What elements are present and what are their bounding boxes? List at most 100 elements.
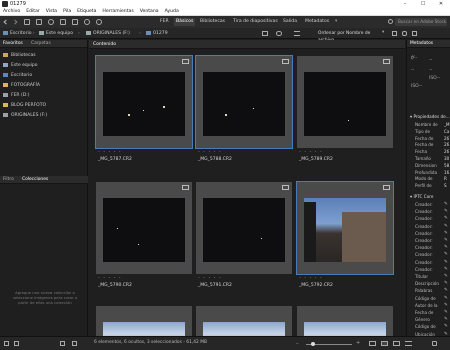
thumbnail[interactable]: • • • • • _MG_5787.CR2	[95, 55, 193, 172]
refine-icon[interactable]	[48, 19, 54, 25]
tab-filtro[interactable]: Filtro	[3, 176, 14, 184]
collection-options-icon[interactable]	[60, 341, 65, 346]
new-folder-icon[interactable]	[392, 31, 397, 36]
thumbnail[interactable]	[96, 306, 192, 336]
thumbnail[interactable]: • • • • • _MG_5792.CR2	[296, 181, 394, 298]
rating-dots[interactable]: • • • • •	[98, 276, 122, 280]
edit-pencil-icon[interactable]: ✎	[444, 288, 448, 295]
favorite-item[interactable]: Este equipo	[3, 62, 38, 70]
edit-pencil-icon[interactable]: ✎	[444, 274, 448, 281]
details-view-icon[interactable]	[393, 341, 400, 346]
close-button[interactable]: ✕	[432, 0, 450, 8]
thumbnail-image[interactable]	[103, 322, 185, 336]
thumbnail[interactable]: • • • • • _MG_5789.CR2	[297, 56, 393, 172]
rating-dots[interactable]: • • • • •	[299, 276, 323, 280]
favorite-item[interactable]: ORIGINALES (F:)	[3, 112, 47, 120]
edit-pencil-icon[interactable]: ✎	[444, 310, 448, 317]
edit-pencil-icon[interactable]: ✎	[444, 303, 448, 310]
zoom-in-icon[interactable]: +	[356, 340, 360, 346]
menu-etiqueta[interactable]: Etiqueta	[77, 9, 96, 14]
edit-pencil-icon[interactable]: ✎	[444, 245, 448, 252]
thumbnail-image[interactable]	[103, 198, 185, 262]
thumbnail[interactable]	[196, 306, 292, 336]
tab-bibliotecas[interactable]: Bibliotecas	[200, 18, 225, 26]
tab-colecciones[interactable]: Colecciones	[22, 176, 48, 184]
new-collection-icon[interactable]	[4, 341, 9, 346]
edit-pencil-icon[interactable]: ✎	[444, 267, 448, 274]
forward-arrow-icon[interactable]	[12, 19, 18, 25]
zoom-slider-handle[interactable]	[310, 342, 315, 346]
menu-herramientas[interactable]: Herramientas	[102, 9, 133, 14]
thumbnail-frame[interactable]	[95, 55, 193, 149]
maximize-button[interactable]: ☐	[414, 0, 432, 8]
file-properties-header[interactable]: ▾ Propiedades de...	[410, 113, 450, 120]
path-item-01279[interactable]: 01279	[146, 30, 168, 37]
rating-dots[interactable]: • • • • •	[198, 276, 222, 280]
get-photos-icon[interactable]	[36, 19, 42, 25]
thumbnail-frame[interactable]	[296, 181, 394, 275]
grid-view-icon[interactable]	[369, 341, 376, 346]
favorite-item[interactable]: BLOG PERFOTO	[3, 102, 46, 110]
star-filter-icon[interactable]	[262, 31, 268, 36]
edit-pencil-icon[interactable]: ✎	[444, 209, 448, 216]
favorite-item[interactable]: FOTOGRAFÍA	[3, 82, 40, 90]
tab-metadatos[interactable]: Metadatos	[305, 18, 329, 26]
filter-icon[interactable]	[294, 31, 300, 36]
sort-chevron-icon[interactable]: ▾	[382, 30, 384, 35]
path-item-este-equipo[interactable]: Este equipo	[39, 30, 73, 37]
workspace-menu-chevron-icon[interactable]: ▾	[335, 18, 337, 26]
menu-archivo[interactable]: Archivo	[3, 9, 20, 14]
thumbnail[interactable]: • • • • • _MG_5791.CR2	[196, 182, 292, 298]
edit-pencil-icon[interactable]: ✎	[444, 252, 448, 259]
minimize-button[interactable]: –	[396, 0, 414, 8]
tab-fer[interactable]: FER	[160, 18, 169, 26]
back-arrow-icon[interactable]	[3, 19, 9, 25]
tab-contenido[interactable]: Contenido	[93, 41, 116, 48]
rotate-icon[interactable]	[402, 31, 407, 36]
delete-icon[interactable]	[412, 31, 417, 36]
thumbnail-image[interactable]	[304, 198, 386, 262]
rotate-left-icon[interactable]	[84, 19, 90, 25]
new-smart-collection-icon[interactable]	[14, 341, 19, 346]
thumbnail-frame[interactable]	[195, 55, 293, 149]
menu-ayuda[interactable]: Ayuda	[165, 9, 179, 14]
thumbnail-image[interactable]	[304, 322, 386, 336]
menu-vista[interactable]: Vista	[46, 9, 57, 14]
output-icon[interactable]	[72, 19, 78, 25]
edit-pencil-icon[interactable]: ✎	[444, 296, 448, 303]
edit-pencil-icon[interactable]: ✎	[444, 202, 448, 209]
path-item-originales[interactable]: ORIGINALES (F:)	[86, 30, 130, 37]
path-item-escritorio[interactable]: Escritorio	[3, 30, 32, 37]
tab-basicos[interactable]: Básicos	[174, 18, 196, 26]
thumbnail-image[interactable]	[203, 198, 285, 262]
search-icon[interactable]	[388, 19, 393, 24]
edit-pencil-icon[interactable]: ✎	[444, 238, 448, 245]
thumbnail[interactable]: • • • • • _MG_5790.CR2	[96, 182, 192, 298]
favorite-item[interactable]: Escritorio	[3, 72, 32, 80]
search-input[interactable]: Buscar en Adobe Stock	[395, 18, 447, 26]
favorite-item[interactable]: FER (D:)	[3, 92, 29, 100]
tab-carpetas[interactable]: Carpetas	[31, 40, 51, 48]
sort-dropdown[interactable]: Ordenar por Nombre de archivo	[318, 30, 380, 43]
list-view-icon[interactable]	[405, 341, 412, 346]
camera-raw-icon[interactable]	[276, 31, 282, 36]
recent-folders-icon[interactable]	[24, 19, 30, 25]
rating-dots[interactable]: • • • • •	[198, 150, 222, 154]
zoom-out-icon[interactable]: –	[296, 341, 299, 347]
rating-dots[interactable]: • • • • •	[299, 150, 323, 154]
favorite-item[interactable]: Bibliotecas	[3, 52, 36, 60]
edit-pencil-icon[interactable]: ✎	[444, 224, 448, 231]
edit-pencil-icon[interactable]: ✎	[444, 216, 448, 223]
edit-pencil-icon[interactable]: ✎	[444, 231, 448, 238]
edit-pencil-icon[interactable]: ✎	[444, 324, 448, 331]
edit-pencil-icon[interactable]: ✎	[444, 317, 448, 324]
thumbnail[interactable]: • • • • • _MG_5788.CR2	[195, 55, 293, 172]
delete-collection-icon[interactable]	[72, 341, 77, 346]
thumbnail-view-icon[interactable]	[381, 341, 388, 346]
open-camera-raw-icon[interactable]	[60, 19, 66, 25]
thumbnail-frame[interactable]	[96, 182, 192, 274]
thumbnail-image[interactable]	[304, 72, 386, 136]
edit-pencil-icon[interactable]: ✎	[444, 260, 448, 267]
thumbnail-image[interactable]	[203, 322, 285, 336]
menu-pila[interactable]: Pila	[63, 9, 71, 14]
